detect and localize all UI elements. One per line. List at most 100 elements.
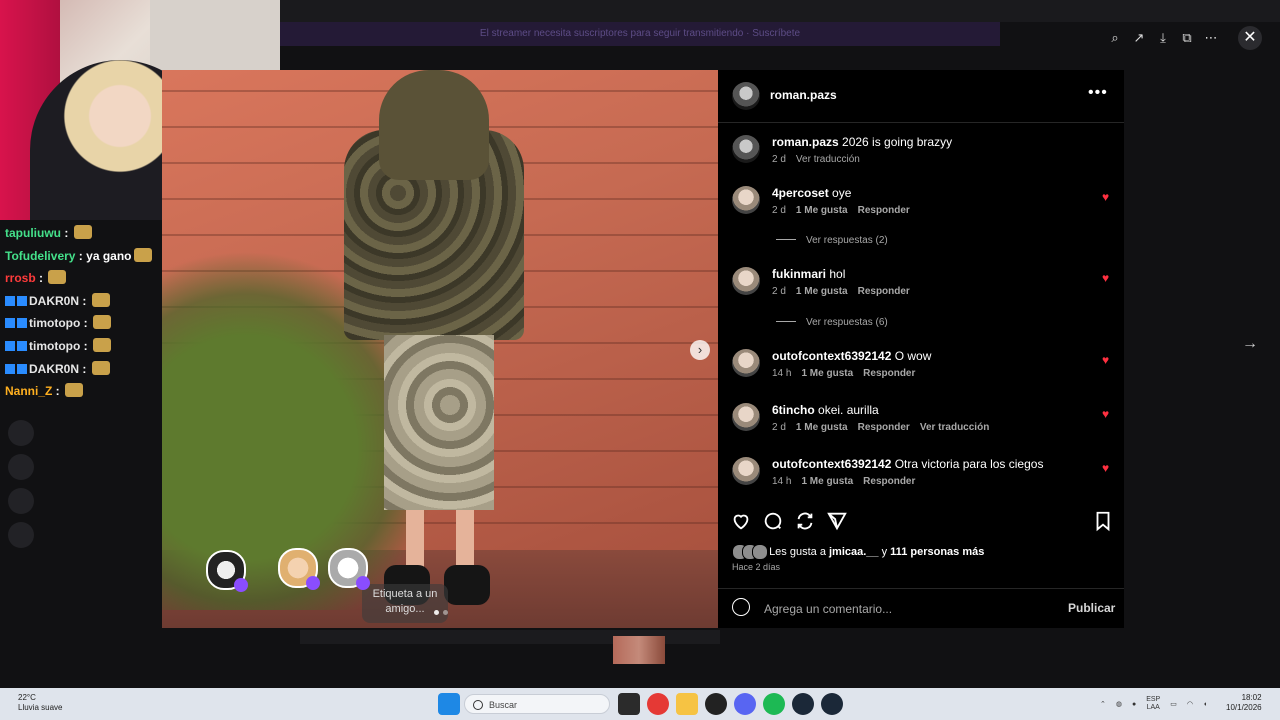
comment-icon[interactable]	[762, 510, 784, 532]
github-icon[interactable]	[705, 693, 727, 715]
translate-link[interactable]: Ver traducción	[796, 154, 860, 165]
download-icon[interactable]: ⤓	[1154, 29, 1172, 47]
next-post-arrow-icon[interactable]: →	[1240, 334, 1260, 354]
rail-avatar[interactable]	[8, 420, 34, 446]
comment-avatar[interactable]	[732, 267, 760, 295]
taskbar-search[interactable]: Buscar	[464, 694, 610, 714]
view-replies-link[interactable]: Ver respuestas (2)	[776, 235, 888, 246]
chat-badge-icon	[17, 363, 27, 374]
reply-link[interactable]: Responder	[863, 368, 915, 379]
tag-avatar[interactable]	[328, 548, 370, 590]
reply-link[interactable]: Responder	[858, 422, 910, 433]
chat-username[interactable]: Nanni_Z	[5, 384, 52, 398]
close-button[interactable]: ✕	[1238, 26, 1262, 50]
chat-username[interactable]: DAKR0N	[29, 362, 79, 376]
emoji-icon[interactable]	[732, 598, 750, 616]
spotify-icon[interactable]	[763, 693, 785, 715]
chat-username[interactable]: rrosb	[5, 271, 36, 285]
comment-username[interactable]: 4percoset	[772, 186, 829, 200]
chat-emote-icon	[93, 337, 111, 352]
discord-icon[interactable]	[734, 693, 756, 715]
open-external-icon[interactable]: ⧉	[1178, 29, 1196, 47]
share-icon[interactable]: ↗	[1130, 29, 1148, 47]
comment-likes[interactable]: 1 Me gusta	[801, 368, 853, 379]
rail-avatar[interactable]	[8, 522, 34, 548]
liker-username[interactable]: jmicaa.__	[829, 546, 879, 558]
reply-link[interactable]: Responder	[858, 205, 910, 216]
chrome-icon[interactable]	[647, 693, 669, 715]
post-photo[interactable]: Etiqueta a un amigo...	[162, 70, 718, 628]
liked-heart-icon[interactable]: ♥	[1102, 190, 1109, 204]
display-icon[interactable]: ▭	[1170, 700, 1177, 708]
network-icon[interactable]: ◍	[1116, 700, 1122, 708]
comment-avatar[interactable]	[732, 349, 760, 377]
comment-username[interactable]: outofcontext6392142	[772, 457, 891, 471]
chat-username[interactable]: tapuliuwu	[5, 226, 61, 240]
repost-icon[interactable]	[794, 510, 816, 532]
chat-message: timotopo :	[0, 335, 162, 358]
taskbar: 22°C Lluvia suave Buscar ⌃ ◍ ● ESP LAA ▭ …	[0, 688, 1280, 720]
files-icon[interactable]	[618, 693, 640, 715]
comment-avatar[interactable]	[732, 186, 760, 214]
wifi-icon[interactable]: ◠	[1187, 700, 1193, 708]
taskbar-pinned	[618, 692, 843, 716]
comment-meta: 14 h1 Me gusta Responder	[772, 368, 916, 379]
language-indicator[interactable]: ESP LAA	[1146, 696, 1160, 712]
comment-avatar[interactable]	[732, 457, 760, 485]
volume-icon[interactable]: ◖	[1203, 701, 1207, 708]
chevron-up-icon[interactable]: ⌃	[1100, 700, 1106, 708]
comment-username[interactable]: fukinmari	[772, 267, 826, 281]
steam-icon[interactable]	[792, 693, 814, 715]
tag-avatar[interactable]	[278, 548, 320, 590]
taskbar-clock[interactable]: 18:02 10/1/2026	[1226, 693, 1262, 713]
liked-heart-icon[interactable]: ♥	[1102, 353, 1109, 367]
chat-message: DAKR0N :	[0, 290, 162, 313]
next-photo-button[interactable]: ›	[690, 340, 710, 360]
comment-input[interactable]	[762, 599, 1056, 619]
translate-link[interactable]: Ver traducción	[920, 422, 989, 433]
rail-avatar[interactable]	[8, 488, 34, 514]
chat-username[interactable]: timotopo	[29, 339, 80, 353]
chat-emote-icon	[91, 292, 110, 307]
comment-likes[interactable]: 1 Me gusta	[801, 476, 853, 487]
reply-link[interactable]: Responder	[863, 476, 915, 487]
comment-likes[interactable]: 1 Me gusta	[796, 422, 848, 433]
chat-username[interactable]: Tofudelivery	[5, 249, 75, 263]
likes-count[interactable]: 111 personas más	[890, 546, 984, 558]
zoom-icon[interactable]: ⌕	[1106, 29, 1124, 47]
more-options-icon[interactable]: •••	[1088, 84, 1108, 102]
folder-icon[interactable]	[676, 693, 698, 715]
weather-widget[interactable]: 22°C Lluvia suave	[18, 693, 62, 713]
more-icon[interactable]: ⋯	[1202, 29, 1220, 47]
tag-avatar[interactable]	[206, 550, 248, 592]
rail-avatar[interactable]	[8, 454, 34, 480]
stream-banner: El streamer necesita suscriptores para s…	[280, 22, 1000, 46]
chat-username[interactable]: DAKR0N	[29, 294, 79, 308]
reply-link[interactable]: Responder	[858, 286, 910, 297]
comment-username[interactable]: outofcontext6392142	[772, 349, 891, 363]
tag-friend-hint: Etiqueta a un amigo...	[362, 584, 448, 623]
steam-icon[interactable]	[821, 693, 843, 715]
liked-heart-icon[interactable]: ♥	[1102, 271, 1109, 285]
comment-likes[interactable]: 1 Me gusta	[796, 205, 848, 216]
chat-username[interactable]: timotopo	[29, 316, 80, 330]
liked-heart-icon[interactable]: ♥	[1102, 461, 1109, 475]
save-icon[interactable]	[1092, 510, 1114, 532]
add-comment-bar: Publicar	[718, 588, 1124, 629]
comment-likes[interactable]: 1 Me gusta	[796, 286, 848, 297]
share-icon[interactable]	[826, 510, 848, 532]
author-avatar[interactable]	[732, 82, 760, 110]
liked-heart-icon[interactable]: ♥	[1102, 407, 1109, 421]
author-username[interactable]: roman.pazs	[770, 88, 837, 102]
chat-badge-icon	[5, 295, 15, 306]
view-replies-link[interactable]: Ver respuestas (6)	[776, 317, 888, 328]
chat-emote-icon	[133, 247, 152, 262]
windows-icon[interactable]	[438, 693, 460, 715]
like-icon[interactable]	[730, 510, 752, 532]
comment-username[interactable]: 6tincho	[772, 403, 815, 417]
mic-icon[interactable]: ●	[1132, 701, 1136, 708]
caption-avatar[interactable]	[732, 135, 760, 163]
stream-thumbnail[interactable]	[613, 636, 665, 664]
publish-button[interactable]: Publicar	[1068, 601, 1115, 615]
comment-avatar[interactable]	[732, 403, 760, 431]
